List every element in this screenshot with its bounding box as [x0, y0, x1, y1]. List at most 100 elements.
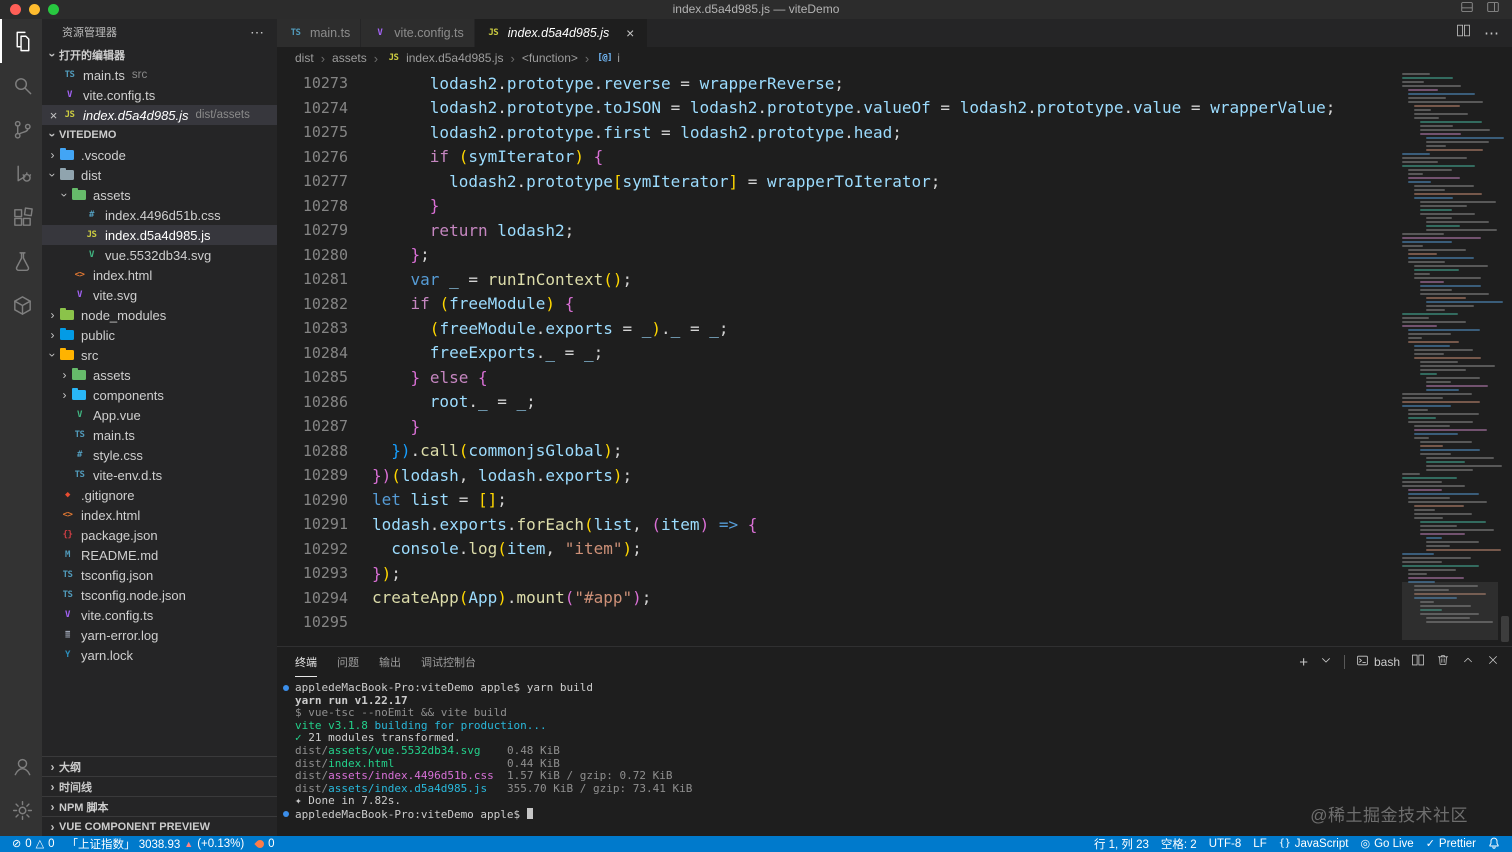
- tree-item[interactable]: ›TStsconfig.json: [42, 565, 277, 585]
- breadcrumb-item[interactable]: JS index.d5a4d985.js: [385, 51, 504, 65]
- panel-tab-输出[interactable]: 输出: [379, 647, 401, 677]
- statusbar-item-language-mode[interactable]: {} JavaScript: [1273, 836, 1355, 852]
- editor-scrollbar-thumb[interactable]: [1501, 616, 1509, 642]
- code-line[interactable]: 10294 createApp(App).mount("#app");: [277, 586, 1400, 611]
- code-line[interactable]: 10274 lodash2.prototype.toJSON = lodash2…: [277, 96, 1400, 121]
- account-icon[interactable]: [0, 744, 42, 788]
- tab-main.ts[interactable]: TS main.ts: [277, 19, 362, 47]
- tree-item[interactable]: ›Vvite.config.ts: [42, 605, 277, 625]
- statusbar-item-indentation[interactable]: 空格: 2: [1155, 836, 1203, 852]
- open-editors-header[interactable]: › 打开的编辑器: [42, 45, 277, 65]
- close-icon[interactable]: [1486, 653, 1500, 672]
- tree-item[interactable]: ›Yyarn.lock: [42, 645, 277, 665]
- layout-panel-icon[interactable]: [1460, 0, 1474, 19]
- breadcrumb-item[interactable]: dist: [295, 51, 314, 65]
- sidebar-more-actions-icon[interactable]: ⋯: [250, 24, 265, 41]
- line-number[interactable]: 10275: [277, 123, 372, 141]
- minimize-window-button[interactable]: [29, 4, 40, 15]
- open-editor-item[interactable]: TS main.ts src: [42, 65, 277, 85]
- sidebar-section-VUE COMPONENT PREVIEW[interactable]: › VUE COMPONENT PREVIEW: [42, 816, 277, 836]
- minimap-slider[interactable]: [1402, 582, 1498, 640]
- code-line[interactable]: 10276 if (symIterator) {: [277, 145, 1400, 170]
- code-line[interactable]: 10275 lodash2.prototype.first = lodash2.…: [277, 120, 1400, 145]
- breadcrumb-item[interactable]: <function>: [522, 51, 578, 65]
- statusbar-item-cursor-position[interactable]: 行 1, 列 23: [1088, 836, 1155, 852]
- tab-index.d5a4d985.js[interactable]: JS index.d5a4d985.js ×: [474, 19, 649, 47]
- statusbar-item-problems[interactable]: ⊘ 0 △ 0: [6, 836, 61, 852]
- open-editor-item[interactable]: Vvite.config.ts: [42, 85, 277, 105]
- command-decoration-dot[interactable]: [283, 810, 289, 817]
- close-window-button[interactable]: [10, 4, 21, 15]
- line-number[interactable]: 10283: [277, 319, 372, 337]
- code-line[interactable]: 10283 (freeModule.exports = _)._ = _;: [277, 316, 1400, 341]
- line-number[interactable]: 10274: [277, 99, 372, 117]
- tree-item[interactable]: › public: [42, 325, 277, 345]
- code-line[interactable]: 10285 } else {: [277, 365, 1400, 390]
- code-line[interactable]: 10289})(lodash, lodash.exports);: [277, 463, 1400, 488]
- minimap[interactable]: [1402, 69, 1504, 646]
- line-number[interactable]: 10291: [277, 515, 372, 533]
- line-number[interactable]: 10288: [277, 442, 372, 460]
- tree-item[interactable]: ›Vvite.svg: [42, 285, 277, 305]
- line-number[interactable]: 10279: [277, 221, 372, 239]
- project-root-header[interactable]: › VITEDEMO: [42, 125, 277, 145]
- code-line[interactable]: 10295: [277, 610, 1400, 635]
- line-number[interactable]: 10294: [277, 589, 372, 607]
- tree-item[interactable]: ›Vvue.5532db34.svg: [42, 245, 277, 265]
- statusbar-item-notifications[interactable]: [1482, 836, 1506, 852]
- tree-item[interactable]: › assets: [42, 185, 277, 205]
- panel-tab-终端[interactable]: 终端: [295, 647, 317, 677]
- statusbar-item-prettier[interactable]: ✓ Prettier: [1420, 836, 1482, 852]
- tree-item[interactable]: › .vscode: [42, 145, 277, 165]
- code-line[interactable]: 10288 }).call(commonjsGlobal);: [277, 439, 1400, 464]
- code-line[interactable]: 10286 root._ = _;: [277, 390, 1400, 415]
- sidebar-section-NPM 脚本[interactable]: › NPM 脚本: [42, 796, 277, 816]
- line-number[interactable]: 10285: [277, 368, 372, 386]
- tree-item[interactable]: ›<>index.html: [42, 505, 277, 525]
- tree-item[interactable]: › src: [42, 345, 277, 365]
- statusbar-item-flame-counter[interactable]: 0: [250, 836, 280, 852]
- code-editor[interactable]: 10273 lodash2.prototype.reverse = wrappe…: [277, 69, 1512, 646]
- open-editor-item[interactable]: × JS index.d5a4d985.js dist/assets: [42, 105, 277, 125]
- line-number[interactable]: 10295: [277, 613, 372, 631]
- zoom-window-button[interactable]: [48, 4, 59, 15]
- line-number[interactable]: 10292: [277, 540, 372, 558]
- chevron-up-icon[interactable]: [1461, 653, 1475, 672]
- sidebar-section-时间线[interactable]: › 时间线: [42, 776, 277, 796]
- line-number[interactable]: 10277: [277, 172, 372, 190]
- tree-item[interactable]: ›TSvite-env.d.ts: [42, 465, 277, 485]
- code-line[interactable]: 10273 lodash2.prototype.reverse = wrappe…: [277, 71, 1400, 96]
- tab-vite.config.ts[interactable]: Vvite.config.ts: [361, 19, 475, 47]
- statusbar-item-go-live[interactable]: ◎ Go Live: [1354, 836, 1419, 852]
- tree-item[interactable]: › assets: [42, 365, 277, 385]
- testing-icon[interactable]: [0, 239, 42, 283]
- split-editor-icon[interactable]: [1456, 23, 1471, 43]
- editor-scrollbar[interactable]: [1498, 69, 1512, 646]
- line-number[interactable]: 10284: [277, 344, 372, 362]
- code-line[interactable]: 10293});: [277, 561, 1400, 586]
- split-icon[interactable]: [1411, 653, 1425, 672]
- extensions-icon[interactable]: [0, 195, 42, 239]
- trash-icon[interactable]: [1436, 653, 1450, 672]
- code-line[interactable]: 10281 var _ = runInContext();: [277, 267, 1400, 292]
- code-line[interactable]: 10279 return lodash2;: [277, 218, 1400, 243]
- tree-item[interactable]: ›#index.4496d51b.css: [42, 205, 277, 225]
- statusbar-item-eol[interactable]: LF: [1247, 836, 1272, 852]
- breadcrumb-item[interactable]: assets: [332, 51, 367, 65]
- tree-item[interactable]: ›◆.gitignore: [42, 485, 277, 505]
- tree-item[interactable]: ›#style.css: [42, 445, 277, 465]
- tree-item[interactable]: ›TStsconfig.node.json: [42, 585, 277, 605]
- panel-tab-问题[interactable]: 问题: [337, 647, 359, 677]
- source-control-icon[interactable]: [0, 107, 42, 151]
- explorer-icon[interactable]: [0, 19, 42, 63]
- statusbar-item-encoding[interactable]: UTF-8: [1203, 836, 1248, 852]
- chevron-down-icon[interactable]: [1319, 653, 1333, 672]
- tree-item[interactable]: ›VApp.vue: [42, 405, 277, 425]
- line-number[interactable]: 10276: [277, 148, 372, 166]
- tree-item[interactable]: ›≣yarn-error.log: [42, 625, 277, 645]
- line-number[interactable]: 10289: [277, 466, 372, 484]
- line-number[interactable]: 10293: [277, 564, 372, 582]
- tree-item[interactable]: › components: [42, 385, 277, 405]
- tree-item[interactable]: ›{}package.json: [42, 525, 277, 545]
- panel-tab-调试控制台[interactable]: 调试控制台: [421, 647, 476, 677]
